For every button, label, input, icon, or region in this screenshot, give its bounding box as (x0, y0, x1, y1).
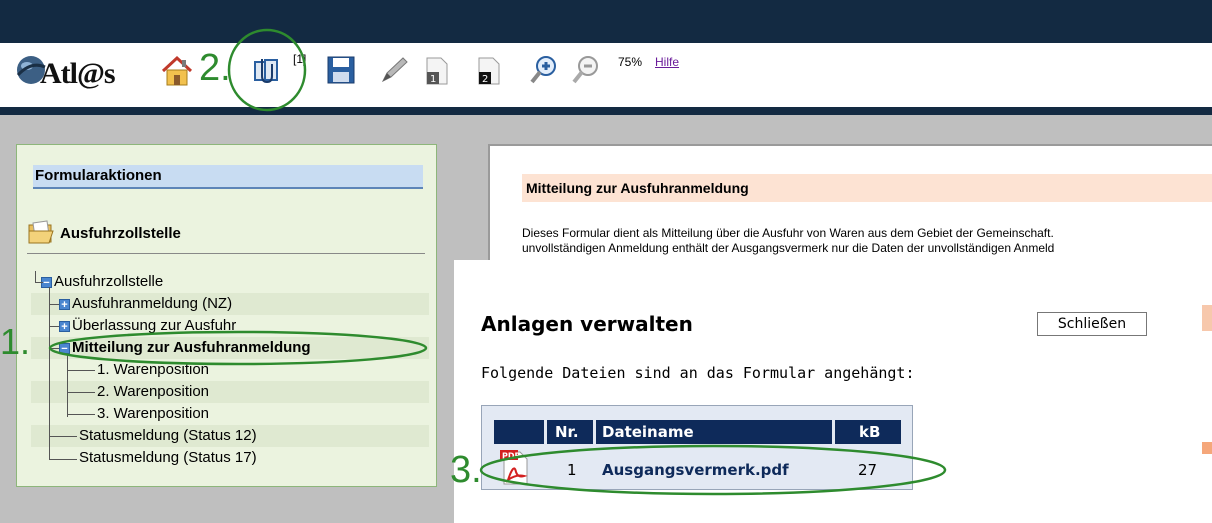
expand-icon[interactable]: + (59, 298, 70, 310)
expand-icon[interactable]: + (59, 320, 70, 332)
tree-connector (49, 459, 77, 460)
annotation-2: 2. (199, 47, 231, 89)
attachments-dialog: Anlagen verwalten Schließen Folgende Dat… (454, 260, 1212, 523)
app-logo[interactable]: Atl@s (40, 57, 116, 91)
column-header-filename: Dateiname (596, 420, 832, 444)
zoom-level: 75% (618, 55, 643, 69)
tree-label: 1. Warenposition (97, 361, 210, 378)
tree-connector (35, 282, 43, 283)
svg-text:2: 2 (482, 74, 488, 85)
tree-connector (67, 355, 68, 417)
background-peach-edge (1202, 305, 1212, 331)
tree-item-ausfuhrzollstelle[interactable]: − Ausfuhrzollstelle (31, 271, 429, 293)
tree-connector (67, 414, 95, 415)
annotation-1: 1. (0, 321, 31, 362)
file-name[interactable]: Ausgangsvermerk.pdf (602, 461, 789, 479)
dialog-subtitle: Folgende Dateien sind an das Formular an… (481, 364, 915, 382)
customs-office-title: Ausfuhrzollstelle (60, 225, 181, 242)
attachments-icon[interactable] (252, 56, 282, 86)
save-icon[interactable] (326, 55, 356, 85)
home-icon[interactable] (160, 55, 194, 87)
column-header-icon (494, 420, 544, 444)
tree-label: Statusmeldung (Status 12) (79, 427, 257, 444)
zoom-out-icon[interactable] (571, 54, 601, 86)
annotation-3: 3. (450, 449, 482, 491)
form-description-line: Dieses Formular dient als Mitteilung übe… (522, 226, 1054, 240)
file-number: 1 (567, 461, 577, 479)
tree-item-status-12[interactable]: Statusmeldung (Status 12) (31, 425, 429, 447)
pdf-file-icon: PDF (500, 450, 528, 485)
tree-connector (67, 370, 95, 371)
zoom-in-icon[interactable] (529, 54, 559, 86)
form-actions-panel: Formularaktionen Ausfuhrzollstelle − Ausf… (16, 144, 437, 487)
open-folder-icon (28, 220, 54, 244)
form-title: Mitteilung zur Ausfuhranmeldung (522, 174, 1212, 202)
tree-item-export-notification[interactable]: − Mitteilung zur Ausfuhranmeldung (31, 337, 429, 359)
close-button[interactable]: Schließen (1037, 312, 1147, 336)
file-size: 27 (858, 461, 878, 479)
tree-label: Mitteilung zur Ausfuhranmeldung (72, 339, 311, 356)
help-link[interactable]: Hilfe (655, 55, 679, 69)
tree-label: Statusmeldung (Status 17) (79, 449, 257, 466)
tree-connector (49, 304, 59, 305)
tree-label: Ausfuhranmeldung (NZ) (72, 295, 233, 312)
page-1-icon[interactable]: 1 (424, 56, 450, 86)
tree-connector (49, 348, 59, 349)
background-peach-edge (1202, 442, 1212, 454)
page-2-icon[interactable]: 2 (476, 56, 502, 86)
tree-connector (49, 436, 77, 437)
tree-connector (49, 326, 59, 327)
form-description-line: unvollständigen Anmeldung enthält der Au… (522, 241, 1055, 255)
top-header-bar (0, 0, 1212, 43)
tree-connector (49, 287, 50, 460)
tree-item-export-declaration[interactable]: + Ausfuhranmeldung (NZ) (31, 293, 429, 315)
attachments-table: Nr. Dateiname kB PDF 1 Ausgangsvermerk.p… (481, 405, 913, 490)
pdf-badge: PDF (502, 452, 520, 461)
dialog-title: Anlagen verwalten (481, 312, 693, 336)
tree-label: Überlassung zur Ausfuhr (72, 317, 237, 334)
form-actions-header: Formularaktionen (33, 165, 423, 189)
tree-connector (67, 392, 95, 393)
column-header-nr: Nr. (547, 420, 593, 444)
collapse-icon[interactable]: − (59, 342, 70, 354)
tree-label: 3. Warenposition (97, 405, 210, 422)
tree-item-status-17[interactable]: Statusmeldung (Status 17) (31, 447, 429, 469)
toolbar-divider (0, 107, 1212, 115)
tree-label: Ausfuhrzollstelle (54, 273, 164, 290)
tree-label: 2. Warenposition (97, 383, 210, 400)
customs-office-section: Ausfuhrzollstelle (27, 217, 425, 254)
pen-icon[interactable] (379, 55, 409, 85)
column-header-kb: kB (835, 420, 901, 444)
form-description: Dieses Formular dient als Mitteilung übe… (522, 226, 1212, 256)
attachments-count: [1] (293, 52, 307, 66)
svg-text:1: 1 (430, 74, 436, 85)
tree-item-release-for-export[interactable]: + Überlassung zur Ausfuhr (31, 315, 429, 337)
